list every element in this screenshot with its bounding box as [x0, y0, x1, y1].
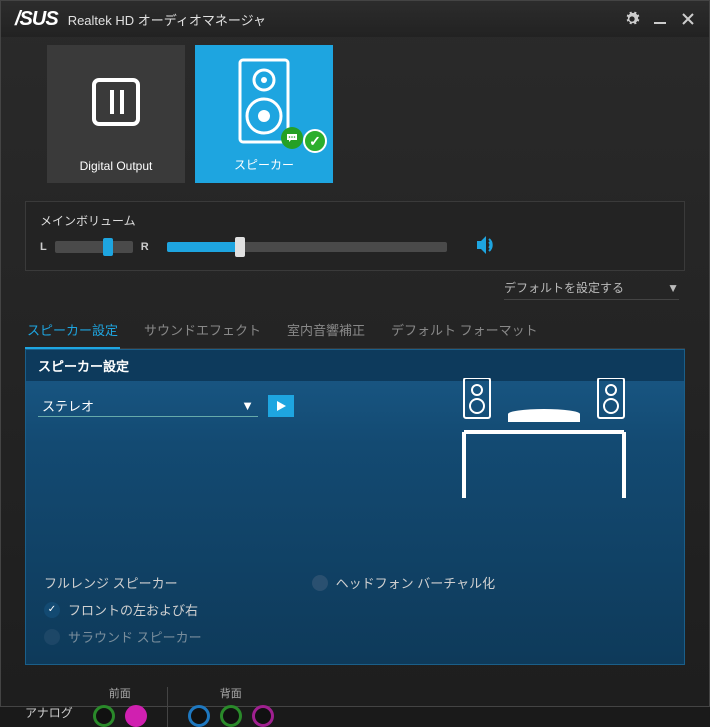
back-port-group: 背面: [188, 685, 274, 727]
port-separator: [167, 687, 168, 727]
front-port-1[interactable]: [93, 705, 115, 727]
tab-sound-effects[interactable]: サウンドエフェクト: [142, 314, 263, 348]
front-lr-label: フロントの左および右: [68, 600, 198, 619]
digital-output-icon: [47, 45, 185, 159]
asus-logo: /SUS: [15, 8, 58, 31]
play-icon: [275, 400, 287, 412]
device-tabs: Digital Output ✓ スピーカー: [1, 37, 709, 183]
back-port-3[interactable]: [252, 705, 274, 727]
gear-icon: [624, 11, 640, 27]
minimize-icon: [653, 12, 667, 26]
headphone-virtual-label: ヘッドフォン バーチャル化: [336, 573, 495, 592]
close-icon: [681, 12, 695, 26]
default-device-row: デフォルトを設定する ▼: [1, 275, 709, 300]
default-device-select[interactable]: デフォルトを設定する ▼: [504, 279, 679, 300]
analog-label: アナログ: [25, 704, 73, 727]
volume-slider[interactable]: [167, 242, 447, 252]
close-button[interactable]: [677, 8, 699, 30]
active-check-icon: ✓: [303, 129, 327, 153]
default-device-label: デフォルトを設定する: [504, 279, 624, 296]
speaker-layout-diagram: [454, 378, 634, 498]
fullrange-heading: フルレンジ スピーカー: [44, 573, 202, 592]
chevron-down-icon: ▼: [241, 398, 254, 413]
front-ports-label: 前面: [93, 685, 147, 701]
settings-button[interactable]: [621, 8, 643, 30]
window-title: Realtek HD オーディオマネージャ: [68, 10, 615, 29]
balance-right-label: R: [141, 241, 149, 253]
back-port-2[interactable]: [220, 705, 242, 727]
back-port-1[interactable]: [188, 705, 210, 727]
panel-title: スピーカー設定: [26, 350, 684, 381]
balance-left-label: L: [40, 241, 47, 253]
device-label: Digital Output: [80, 159, 153, 173]
volume-icon[interactable]: [475, 235, 499, 258]
front-port-group: 前面: [93, 685, 147, 727]
speaker-config-select[interactable]: ステレオ ▼: [38, 395, 258, 417]
checkbox-headphone-virtual[interactable]: [312, 575, 328, 591]
minimize-button[interactable]: [649, 8, 671, 30]
tab-speaker-config[interactable]: スピーカー設定: [25, 314, 120, 349]
chevron-down-icon: ▼: [667, 281, 679, 295]
main-volume-label: メインボリューム: [40, 212, 670, 229]
device-label: スピーカー: [234, 156, 294, 173]
tab-room-correction[interactable]: 室内音響補正: [285, 314, 367, 348]
audio-manager-window: /SUS Realtek HD オーディオマネージャ Digital Outpu…: [0, 0, 710, 707]
settings-tabbar: スピーカー設定 サウンドエフェクト 室内音響補正 デフォルト フォーマット: [25, 314, 685, 349]
test-play-button[interactable]: [268, 395, 294, 417]
speaker-config-value: ステレオ: [42, 396, 94, 415]
port-row: アナログ 前面 背面: [25, 685, 685, 727]
main-volume-panel: メインボリューム L R: [25, 201, 685, 271]
speaker-config-panel: スピーカー設定 ステレオ ▼: [25, 349, 685, 665]
device-tab-speaker[interactable]: ✓ スピーカー: [195, 45, 333, 183]
checkbox-surround: [44, 629, 60, 645]
back-ports-label: 背面: [188, 685, 274, 701]
tab-default-format[interactable]: デフォルト フォーマット: [389, 314, 540, 348]
checkbox-front-lr[interactable]: [44, 602, 60, 618]
surround-label: サラウンド スピーカー: [68, 627, 202, 646]
balance-slider[interactable]: [55, 241, 133, 253]
front-port-2[interactable]: [125, 705, 147, 727]
chat-badge-icon: [281, 127, 303, 149]
device-tab-digital-output[interactable]: Digital Output: [47, 45, 185, 183]
titlebar: /SUS Realtek HD オーディオマネージャ: [1, 1, 709, 37]
